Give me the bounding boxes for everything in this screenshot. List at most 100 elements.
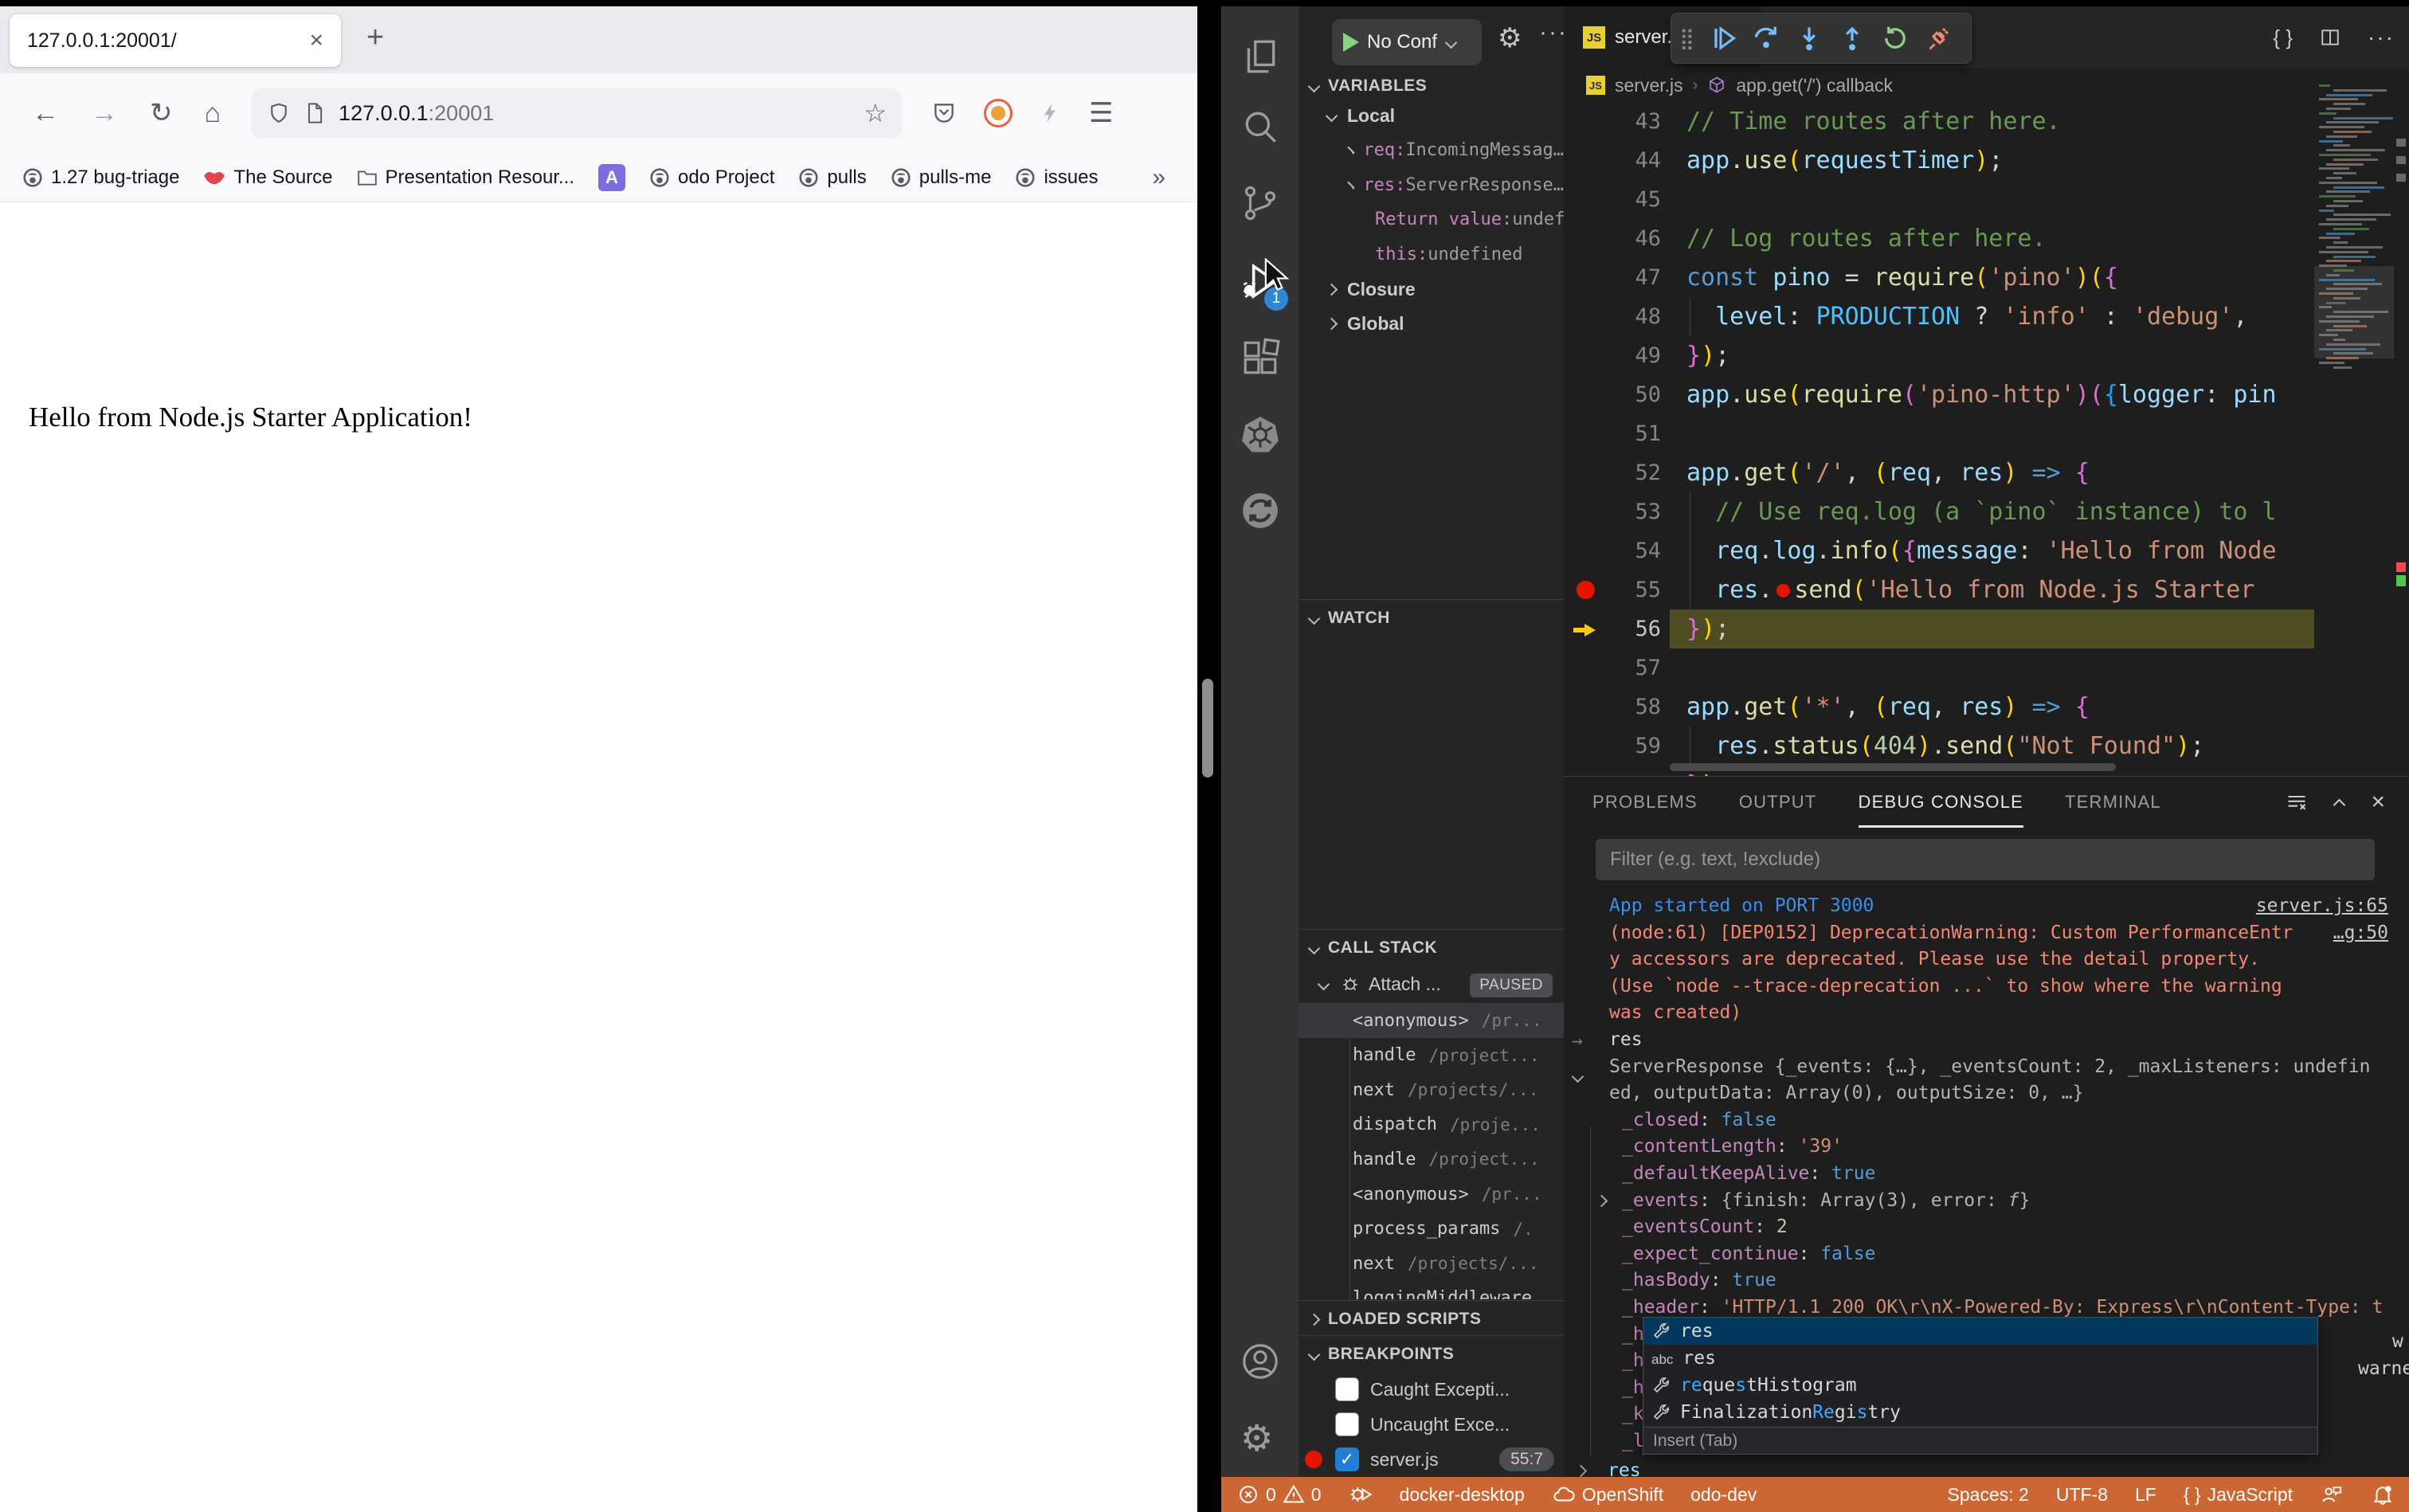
step-out-button[interactable] xyxy=(1838,24,1866,53)
maximize-panel-icon[interactable] xyxy=(2333,798,2346,811)
scope-closure[interactable]: Closure xyxy=(1299,272,1564,307)
bookmarks-overflow-icon[interactable]: » xyxy=(1152,164,1165,191)
continue-button[interactable] xyxy=(1709,24,1737,53)
stack-frame[interactable]: loggingMiddleware xyxy=(1299,1281,1564,1299)
close-panel-icon[interactable]: × xyxy=(2371,789,2385,816)
debug-config-dropdown[interactable]: No Conf xyxy=(1332,19,1482,65)
forward-icon[interactable]: → xyxy=(91,98,118,129)
bookmark-item[interactable]: issues xyxy=(1015,166,1098,189)
panel-tab-problems[interactable]: PROBLEMS xyxy=(1592,777,1698,828)
back-icon[interactable]: ← xyxy=(32,98,59,129)
variable-row[interactable]: this: undefined xyxy=(1299,237,1564,272)
stack-frame[interactable]: <anonymous>/pr... xyxy=(1299,1003,1564,1038)
breakpoints-header[interactable]: BREAKPOINTS xyxy=(1299,1337,1564,1372)
url-input[interactable]: 127.0.0.1 :20001 ☆ xyxy=(251,88,903,138)
bookmark-item[interactable]: pulls xyxy=(798,166,866,189)
source-link[interactable]: …g:50 xyxy=(2333,919,2388,946)
reload-icon[interactable]: ↻ xyxy=(150,97,173,129)
bookmark-item[interactable]: pulls-me xyxy=(891,166,992,189)
clear-console-icon[interactable] xyxy=(2286,791,2308,813)
code-line[interactable]: 55 res.send('Hello from Node.js Starter xyxy=(1564,570,2409,609)
explorer-icon[interactable] xyxy=(1240,37,1280,76)
debug-settings-gear-icon[interactable]: ⚙ xyxy=(1498,22,1522,54)
home-icon[interactable]: ⌂ xyxy=(205,98,221,129)
breakpoint-row[interactable]: Caught Excepti... xyxy=(1299,1372,1564,1407)
code-line[interactable]: 51 xyxy=(1564,414,2409,453)
code-line[interactable]: 53 // Use req.log (a `pino` instance) to… xyxy=(1564,492,2409,531)
breakpoint-row[interactable]: Uncaught Exce... xyxy=(1299,1407,1564,1442)
toolbar-grip[interactable]: ⣿ xyxy=(1679,26,1694,51)
stack-frame[interactable]: next/projects/... xyxy=(1299,1072,1564,1107)
bookmark-item[interactable]: Presentation Resour... xyxy=(357,166,574,189)
stack-frame[interactable]: dispatch/proje... xyxy=(1299,1107,1564,1142)
code-line[interactable]: 47const pino = require('pino')({ xyxy=(1564,258,2409,297)
minimap[interactable] xyxy=(2314,76,2394,776)
extension-avatar-icon[interactable] xyxy=(984,99,1013,127)
browser-tab[interactable]: 127.0.0.1:20001/ × xyxy=(10,14,341,67)
bookmark-star-icon[interactable]: ☆ xyxy=(864,98,887,128)
odo-context-status[interactable]: odo-dev xyxy=(1690,1484,1757,1506)
code-line[interactable]: 50app.use(require('pino-http')({logger: … xyxy=(1564,375,2409,414)
scope-local[interactable]: Local xyxy=(1299,98,1564,133)
split-editor-icon[interactable] xyxy=(2320,27,2340,48)
code-line[interactable]: 49}); xyxy=(1564,336,2409,375)
bookmark-item[interactable]: A xyxy=(598,164,625,191)
step-into-button[interactable] xyxy=(1795,24,1823,53)
feedback-icon[interactable] xyxy=(2320,1483,2344,1506)
watch-header[interactable]: WATCH xyxy=(1299,601,1564,636)
suggestion-item[interactable]: FinalizationRegistry xyxy=(1643,1399,2317,1426)
breakpoint-checkbox[interactable] xyxy=(1335,1377,1359,1401)
variable-row[interactable]: res: ServerResponse… xyxy=(1299,167,1564,202)
code-line[interactable]: 48 level: PRODUCTION ? 'info' : 'debug', xyxy=(1564,297,2409,336)
problems-status[interactable]: 0 0 xyxy=(1237,1483,1322,1506)
new-tab-button[interactable]: + xyxy=(366,21,384,55)
code-line[interactable]: 52app.get('/', (req, res) => { xyxy=(1564,453,2409,492)
page-info-icon[interactable] xyxy=(304,102,326,124)
code-line[interactable]: 45 xyxy=(1564,180,2409,219)
stack-frame[interactable]: next/projects/... xyxy=(1299,1246,1564,1281)
debug-more-icon[interactable]: ··· xyxy=(1539,19,1564,46)
disconnect-button[interactable] xyxy=(1924,24,1953,53)
code-line[interactable]: 43// Time routes after here. xyxy=(1564,102,2409,141)
code-line[interactable]: 46// Log routes after here. xyxy=(1564,219,2409,258)
code-line[interactable]: 44app.use(requestTimer); xyxy=(1564,141,2409,180)
openshift-status[interactable]: OpenShift xyxy=(1552,1483,1663,1506)
collapse-chevron-icon[interactable] xyxy=(1596,1194,1608,1207)
horizontal-scrollbar[interactable] xyxy=(1670,763,2116,771)
breakpoint-checkbox[interactable] xyxy=(1335,1412,1359,1436)
encoding-status[interactable]: UTF-8 xyxy=(2056,1484,2108,1506)
code-line[interactable]: 57 xyxy=(1564,648,2409,687)
stack-frame[interactable]: process_params/. xyxy=(1299,1212,1564,1247)
stack-frame[interactable]: handle/project... xyxy=(1299,1038,1564,1073)
debug-session-row[interactable]: Attach ... PAUSED xyxy=(1299,967,1564,1002)
search-icon[interactable] xyxy=(1240,107,1280,147)
variable-row[interactable]: req: IncomingMessag… xyxy=(1299,133,1564,168)
bracket-pair-icon[interactable]: { } xyxy=(2273,25,2293,50)
scope-global[interactable]: Global xyxy=(1299,307,1564,342)
language-status[interactable]: { } JavaScript xyxy=(2184,1484,2293,1506)
account-icon[interactable] xyxy=(1240,1342,1280,1381)
start-debug-icon[interactable] xyxy=(1343,33,1359,52)
code-line[interactable]: 59 res.status(404).send("Not Found"); xyxy=(1564,727,2409,766)
editor-more-icon[interactable]: ··· xyxy=(2368,25,2395,50)
send-tab-icon[interactable] xyxy=(1040,102,1062,124)
stack-frame[interactable]: handle/project... xyxy=(1299,1142,1564,1177)
call-stack-header[interactable]: CALL STACK xyxy=(1299,930,1564,966)
panel-tab-terminal[interactable]: TERMINAL xyxy=(2065,777,2161,828)
breakpoint-checkbox[interactable]: ✓ xyxy=(1335,1447,1359,1471)
console-filter-input[interactable] xyxy=(1596,839,2375,880)
bookmark-item[interactable]: The Source xyxy=(203,166,332,189)
suggestion-item[interactable]: abcres xyxy=(1643,1345,2317,1372)
tab-close-icon[interactable]: × xyxy=(309,27,323,54)
notifications-bell-icon[interactable] xyxy=(2371,1483,2395,1506)
restart-button[interactable] xyxy=(1881,24,1910,53)
menu-icon[interactable]: ☰ xyxy=(1089,97,1113,129)
settings-gear-icon[interactable]: ⚙ xyxy=(1240,1418,1273,1458)
bookmark-item[interactable]: odo Project xyxy=(649,166,774,189)
remote-indicator[interactable]: docker-desktop xyxy=(1400,1484,1525,1506)
extensions-icon[interactable] xyxy=(1240,338,1280,378)
breakpoint-row[interactable]: ✓server.js55:7 xyxy=(1299,1442,1564,1477)
breadcrumb[interactable]: JS server.js › app.get('/') callback xyxy=(1586,69,1893,102)
indentation-status[interactable]: Spaces: 2 xyxy=(1948,1484,2029,1506)
code-line[interactable]: 58app.get('*', (req, res) => { xyxy=(1564,687,2409,727)
